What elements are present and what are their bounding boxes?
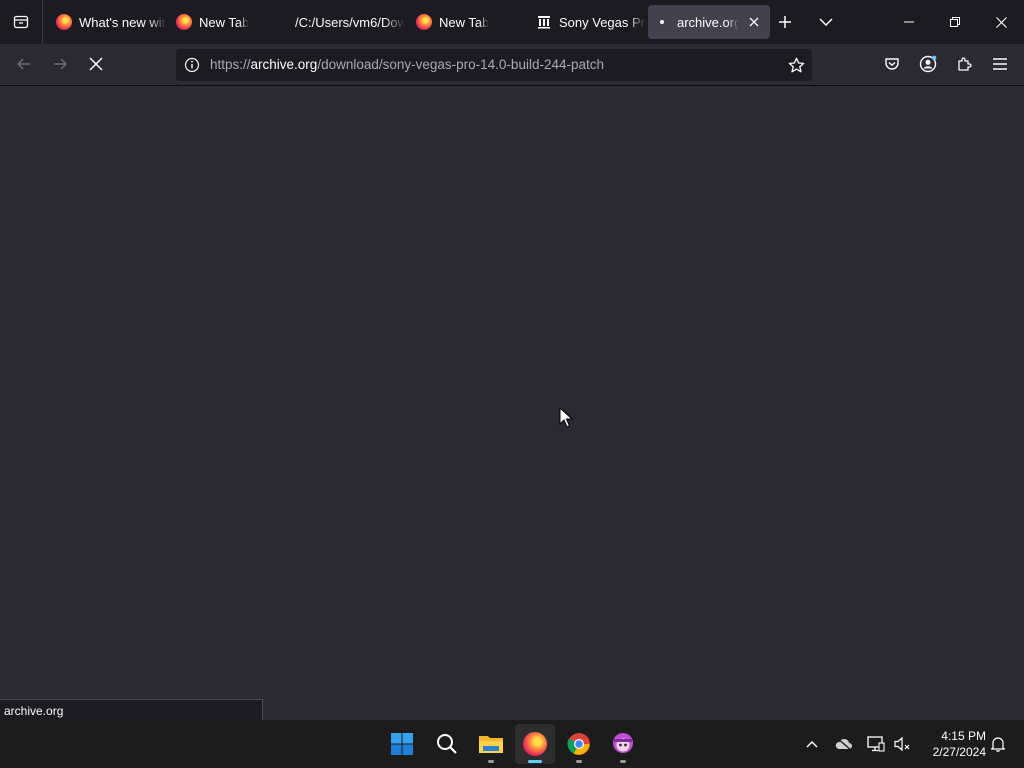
navigation-toolbar: https://archive.org/download/sony-vegas-… — [0, 44, 1024, 86]
start-button[interactable] — [382, 724, 422, 764]
clock-time: 4:15 PM — [941, 729, 986, 743]
plus-icon — [779, 16, 791, 28]
tab-new-tab-2[interactable]: New Tab — [410, 5, 526, 39]
firefox-icon — [523, 732, 547, 756]
folder-icon — [479, 736, 503, 753]
network-icon — [867, 736, 885, 752]
site-info-button[interactable] — [182, 55, 202, 75]
extensions-button[interactable] — [946, 46, 982, 82]
app-menu-button[interactable] — [982, 46, 1018, 82]
stop-loading-button[interactable] — [78, 46, 114, 82]
windows-logo-icon — [391, 733, 413, 755]
restore-icon — [950, 17, 960, 27]
clock[interactable]: 4:15 PM 2/27/2024 — [920, 728, 986, 760]
search-button[interactable] — [427, 724, 467, 764]
notifications-button[interactable] — [984, 724, 1012, 764]
tab-label: What's new with Firefox — [79, 14, 166, 30]
tab-label: New Tab — [199, 14, 250, 30]
tab-label: New Tab — [439, 14, 490, 30]
close-window-button[interactable] — [978, 0, 1024, 44]
app-taskbar-button[interactable] — [603, 724, 643, 764]
page-content[interactable] — [0, 86, 1024, 720]
chevron-up-icon — [806, 741, 818, 748]
firefox-view-button[interactable] — [0, 0, 42, 44]
chrome-taskbar-button[interactable] — [559, 724, 599, 764]
onedrive-button[interactable] — [830, 724, 858, 764]
back-button[interactable] — [6, 46, 42, 82]
stop-icon — [89, 57, 103, 71]
close-icon — [749, 17, 759, 27]
tab-label: Sony Vegas Pro — [559, 14, 646, 30]
chrome-icon — [567, 733, 590, 755]
cloud-offline-icon — [835, 737, 852, 751]
firefox-taskbar-button[interactable] — [515, 724, 555, 764]
star-icon — [788, 57, 804, 72]
bookmark-star-button[interactable] — [786, 55, 806, 75]
tab-local-file[interactable]: /C:/Users/vm6/Downloads — [290, 5, 405, 39]
tab-archive-org-active[interactable]: archive.org — [648, 5, 770, 39]
minimize-button[interactable] — [886, 0, 932, 44]
restore-button[interactable] — [932, 0, 978, 44]
tab-bar: What's new with Firefox New Tab /C:/User… — [0, 0, 1024, 44]
new-tab-button[interactable] — [765, 0, 805, 44]
speaker-muted-icon — [894, 736, 910, 752]
close-tab-button[interactable] — [744, 12, 764, 32]
tab-separator — [42, 0, 43, 44]
running-indicator — [620, 760, 626, 763]
arrow-left-icon — [17, 58, 30, 70]
close-icon — [995, 16, 1007, 28]
taskbar: 4:15 PM 2/27/2024 — [0, 720, 1024, 768]
tab-sony-vegas[interactable]: Sony Vegas Pro — [530, 5, 646, 39]
url-path: /download/sony-vegas-pro-14.0-build-244-… — [317, 57, 604, 72]
volume-button[interactable] — [888, 724, 916, 764]
search-icon — [437, 734, 457, 754]
loading-dot-icon — [654, 14, 670, 30]
url-text[interactable]: https://archive.org/download/sony-vegas-… — [210, 57, 604, 72]
tab-label: /C:/Users/vm6/Downloads — [295, 14, 405, 30]
mouse-cursor-icon — [559, 407, 573, 428]
anime-app-icon — [613, 733, 633, 753]
clock-date: 2/27/2024 — [932, 745, 986, 759]
hamburger-menu-icon — [993, 58, 1007, 70]
chevron-down-icon — [819, 18, 833, 27]
account-icon — [919, 55, 937, 73]
tab-new-tab-1[interactable]: New Tab — [170, 5, 286, 39]
network-button[interactable] — [862, 724, 890, 764]
firefox-icon — [176, 14, 192, 30]
address-bar[interactable]: https://archive.org/download/sony-vegas-… — [176, 49, 812, 81]
archive-icon — [536, 14, 552, 30]
firefox-view-icon — [13, 15, 29, 29]
minimize-icon — [904, 21, 914, 23]
forward-button[interactable] — [42, 46, 78, 82]
info-icon — [184, 57, 200, 73]
url-host: archive.org — [250, 57, 318, 72]
pocket-icon — [885, 58, 899, 70]
list-all-tabs-button[interactable] — [806, 0, 846, 44]
file-explorer-button[interactable] — [471, 724, 511, 764]
bell-icon — [990, 737, 1006, 752]
account-button[interactable] — [910, 46, 946, 82]
tab-whats-new[interactable]: What's new with Firefox — [50, 5, 166, 39]
running-indicator — [576, 760, 582, 763]
arrow-right-icon — [54, 58, 67, 70]
puzzle-icon — [958, 57, 972, 71]
show-hidden-icons-button[interactable] — [798, 724, 826, 764]
url-scheme: https:// — [210, 57, 251, 72]
pocket-button[interactable] — [874, 46, 910, 82]
running-indicator — [488, 760, 494, 763]
status-panel: archive.org — [0, 699, 263, 720]
firefox-icon — [56, 14, 72, 30]
tab-label: archive.org — [677, 14, 739, 30]
active-indicator — [528, 760, 542, 763]
firefox-icon — [416, 14, 432, 30]
